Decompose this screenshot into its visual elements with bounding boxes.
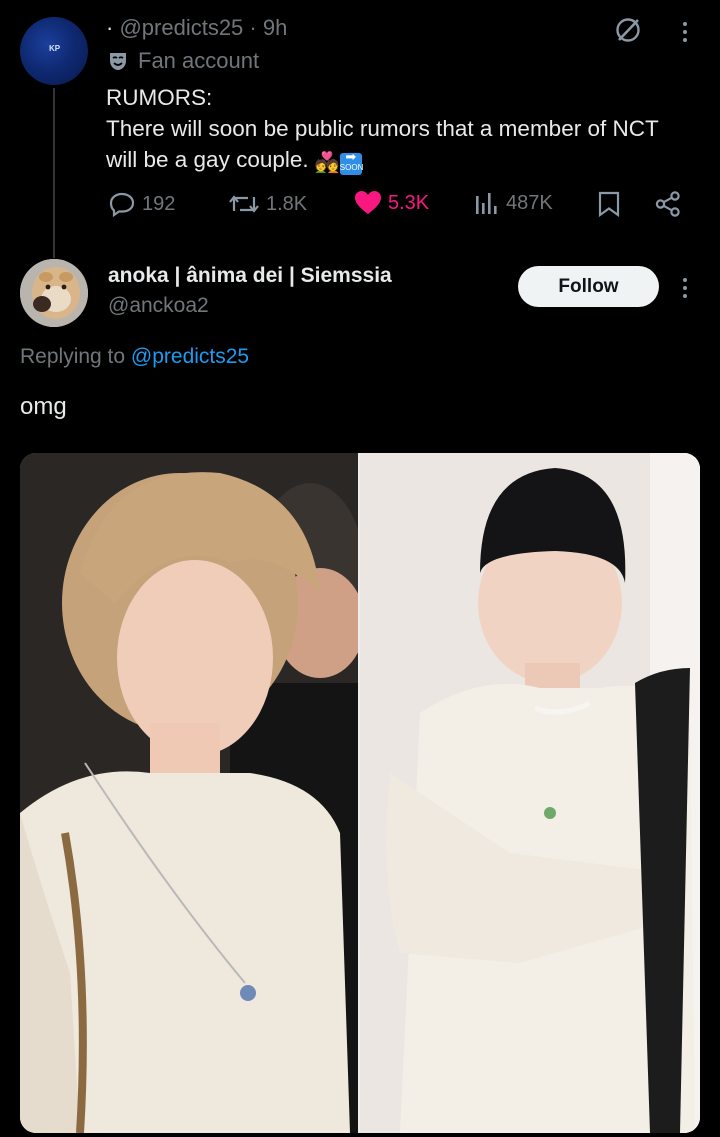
post-meta: · @predicts25 · 9h <box>106 15 288 40</box>
reply-action[interactable]: 192 <box>108 190 175 218</box>
media-grid[interactable] <box>20 453 700 1133</box>
replying-prefix: Replying to <box>20 345 126 368</box>
reply-icon <box>109 192 135 218</box>
reply-text: omg <box>20 393 67 420</box>
grok-icon[interactable] <box>614 16 642 44</box>
mask-icon <box>106 49 130 73</box>
replying-to: Replying to @predicts25 <box>20 345 249 369</box>
repost-count: 1.8K <box>266 192 308 215</box>
repost-action[interactable]: 1.8K <box>228 190 307 218</box>
reply-handle[interactable]: @anckoa2 <box>108 294 209 318</box>
photo-right[interactable] <box>360 453 700 1133</box>
couple-emoji: 💑 <box>314 152 340 174</box>
views-icon <box>476 193 497 214</box>
reply-count: 192 <box>142 192 176 215</box>
avatar[interactable]: KP <box>20 17 88 85</box>
more-vertical-icon[interactable] <box>676 274 694 302</box>
post-time[interactable]: 9h <box>263 15 287 40</box>
soon-emoji: SOON <box>339 146 363 175</box>
repost-icon <box>229 195 259 213</box>
post-text-line: will be a gay couple. <box>106 147 309 172</box>
post-handle[interactable]: @predicts25 <box>119 15 243 40</box>
post-text-line: There will soon be public rumors that a … <box>106 116 659 141</box>
bullet: · <box>106 15 114 40</box>
more-vertical-icon[interactable] <box>676 18 694 46</box>
views-count: 487K <box>506 191 553 214</box>
post-text: RUMORS: There will soon be public rumors… <box>106 82 706 179</box>
avatar-label: KP <box>49 44 61 53</box>
follow-button[interactable]: Follow <box>518 266 659 307</box>
bookmark-icon[interactable] <box>597 190 621 218</box>
thread-line <box>53 88 55 258</box>
photo-left[interactable] <box>20 453 358 1133</box>
fan-badge: Fan account <box>106 48 259 74</box>
like-count: 5.3K <box>388 191 430 214</box>
heart-icon <box>355 191 381 214</box>
views-action[interactable]: 487K <box>474 190 553 216</box>
fan-badge-label: Fan account <box>138 48 260 73</box>
share-icon[interactable] <box>654 190 682 218</box>
post-text-line: RUMORS: <box>106 85 213 110</box>
avatar[interactable] <box>20 259 88 327</box>
like-action[interactable]: 5.3K <box>354 190 429 216</box>
replying-to-link[interactable]: @predicts25 <box>131 345 249 368</box>
reply-display-name[interactable]: anoka | ânima dei | Siemssia <box>108 264 392 288</box>
